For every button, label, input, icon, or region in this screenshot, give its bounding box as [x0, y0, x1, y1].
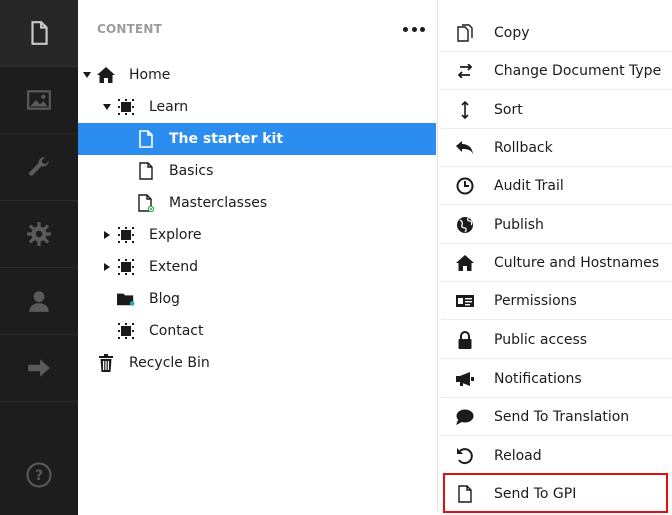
chat-icon	[455, 407, 475, 427]
caret-down-icon[interactable]	[82, 70, 92, 80]
dot-icon	[420, 26, 425, 32]
dot-icon	[411, 26, 417, 32]
menu-item-label: Notifications	[494, 370, 582, 387]
menu-item-label: Copy	[494, 24, 530, 41]
content-tree: CONTENT Home Learn The starter kit Basic…	[78, 0, 438, 512]
tree-node-label: Learn	[149, 99, 189, 115]
dotted-box-icon	[117, 226, 135, 244]
menu-item-label: Sort	[494, 101, 523, 118]
tree-node-masterclasses[interactable]: Masterclasses	[78, 187, 436, 219]
tree-node-label: Explore	[149, 227, 202, 243]
tree-node-learn[interactable]: Learn	[78, 91, 436, 123]
dotted-box-icon	[117, 98, 135, 116]
tree-node-label: Contact	[149, 323, 204, 339]
arrow-right-icon	[28, 359, 50, 377]
copy-icon	[455, 23, 475, 43]
menu-item-label: Audit Trail	[494, 177, 564, 194]
section-media[interactable]	[0, 67, 78, 134]
highlight-box	[443, 473, 668, 513]
tree-node-label: Home	[129, 67, 171, 83]
tree-node-home[interactable]: Home	[78, 59, 436, 91]
section-content[interactable]	[0, 0, 78, 67]
caret-right-icon[interactable]	[102, 230, 112, 240]
caret-down-icon[interactable]	[102, 102, 112, 112]
tree-node-starter-kit[interactable]: The starter kit	[78, 123, 436, 155]
section-rail: ?	[0, 0, 78, 515]
sort-icon	[455, 100, 475, 120]
tree-header: CONTENT	[97, 22, 163, 36]
document-icon	[137, 162, 155, 180]
help-icon: ?	[26, 462, 52, 488]
more-options-button[interactable]	[403, 19, 425, 39]
menu-item-change-document-type[interactable]: Change Document Type	[441, 52, 672, 90]
section-users[interactable]	[0, 268, 78, 335]
lock-icon	[455, 330, 475, 350]
globe-icon	[455, 215, 475, 235]
section-forms[interactable]	[0, 335, 78, 402]
user-icon	[29, 291, 49, 312]
menu-item-permissions[interactable]: Permissions	[441, 282, 672, 320]
document-icon	[137, 194, 155, 212]
menu-item-label: Culture and Hostnames	[494, 254, 660, 271]
help-button[interactable]: ?	[0, 445, 78, 505]
document-icon	[137, 130, 155, 148]
tree-node-extend[interactable]: Extend	[78, 251, 436, 283]
menu-item-notifications[interactable]: Notifications	[441, 360, 672, 398]
menu-item-label: Reload	[494, 447, 542, 464]
tree-node-basics[interactable]: Basics	[78, 155, 436, 187]
menu-item-label: Rollback	[494, 139, 553, 156]
dotted-box-icon	[117, 322, 135, 340]
reload-icon	[455, 446, 475, 466]
home-icon	[455, 253, 475, 273]
gear-icon	[27, 222, 51, 246]
folder-icon	[117, 290, 135, 308]
menu-item-label: Change Document Type	[494, 62, 662, 79]
menu-item-publish[interactable]: Publish	[441, 206, 672, 244]
section-settings[interactable]	[0, 134, 78, 201]
menu-item-sort[interactable]: Sort	[441, 91, 672, 129]
tree-node-label: Blog	[149, 291, 180, 307]
tree-node-label: Basics	[169, 163, 214, 179]
tree-node-blog[interactable]: Blog	[78, 283, 436, 315]
menu-item-label: Permissions	[494, 292, 577, 309]
wrench-icon	[29, 157, 49, 176]
tree-node-label: The starter kit	[169, 131, 284, 147]
tree-node-explore[interactable]: Explore	[78, 219, 436, 251]
tree-node-recycle-bin[interactable]: Recycle Bin	[78, 347, 436, 379]
menu-item-copy[interactable]: Copy	[441, 14, 672, 52]
menu-item-label: Publish	[494, 216, 544, 233]
trash-icon	[97, 354, 115, 372]
dotted-box-icon	[117, 258, 135, 276]
tree-node-contact[interactable]: Contact	[78, 315, 436, 347]
tree-node-label: Extend	[149, 259, 198, 275]
menu-item-rollback[interactable]: Rollback	[441, 129, 672, 167]
clock-icon	[455, 176, 475, 196]
id-card-icon	[455, 291, 475, 311]
menu-item-culture-and-hostnames[interactable]: Culture and Hostnames	[441, 244, 672, 282]
image-icon	[27, 90, 51, 110]
caret-right-icon[interactable]	[102, 262, 112, 272]
dot-icon	[403, 26, 408, 32]
section-developer[interactable]	[0, 201, 78, 268]
undo-icon	[455, 138, 475, 158]
document-icon	[31, 21, 48, 45]
home-icon	[97, 66, 115, 84]
menu-item-public-access[interactable]: Public access	[441, 321, 672, 359]
menu-item-audit-trail[interactable]: Audit Trail	[441, 167, 672, 205]
menu-item-reload[interactable]: Reload	[441, 437, 672, 475]
swap-icon	[455, 61, 475, 81]
svg-text:?: ?	[35, 468, 43, 484]
menu-item-send-to-translation[interactable]: Send To Translation	[441, 398, 672, 436]
tree-node-label: Recycle Bin	[129, 355, 210, 371]
menu-item-label: Send To Translation	[494, 408, 630, 425]
tree-node-label: Masterclasses	[169, 195, 268, 211]
actions-menu: Copy Change Document Type Sort Rollback …	[441, 0, 672, 512]
megaphone-icon	[455, 369, 475, 389]
menu-item-label: Public access	[494, 331, 588, 348]
